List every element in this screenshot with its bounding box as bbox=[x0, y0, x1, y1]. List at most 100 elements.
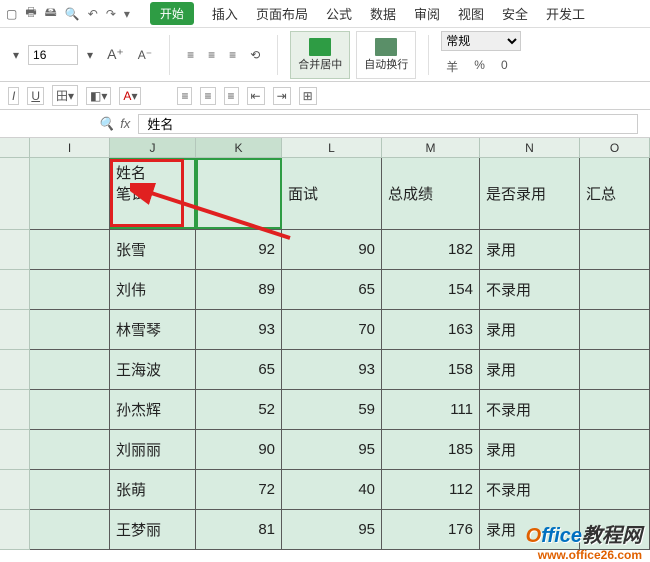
col-header-L[interactable]: L bbox=[282, 138, 382, 157]
tab-dev[interactable]: 开发工 bbox=[546, 4, 585, 23]
align-right-button[interactable]: ≡ bbox=[224, 87, 239, 105]
cell[interactable]: 90 bbox=[282, 230, 382, 269]
font-color-button[interactable]: A▾ bbox=[119, 87, 141, 105]
cell[interactable]: 52 bbox=[196, 390, 282, 429]
tab-start[interactable]: 开始 bbox=[150, 2, 194, 25]
cell[interactable] bbox=[580, 270, 650, 309]
cell-name[interactable]: 张萌 bbox=[110, 470, 196, 509]
tab-review[interactable]: 审阅 bbox=[414, 4, 440, 23]
auto-wrap-button[interactable]: 自动换行 bbox=[356, 31, 416, 79]
qat-blank-icon[interactable]: ▢ bbox=[6, 7, 17, 21]
align-middle-icon[interactable]: ≡ bbox=[203, 45, 220, 65]
cell[interactable]: 录用 bbox=[480, 350, 580, 389]
underline-button[interactable]: U bbox=[27, 87, 44, 105]
cell[interactable] bbox=[30, 310, 110, 349]
cell[interactable]: 93 bbox=[282, 350, 382, 389]
indent-inc-button[interactable]: ⇥ bbox=[273, 87, 291, 105]
col-header-I[interactable]: I bbox=[30, 138, 110, 157]
cell[interactable] bbox=[580, 310, 650, 349]
comma-icon[interactable]: 0 bbox=[496, 55, 513, 78]
cell[interactable] bbox=[580, 430, 650, 469]
align-center-button[interactable]: ≡ bbox=[200, 87, 215, 105]
cell[interactable] bbox=[580, 390, 650, 429]
cell-name[interactable]: 林雪琴 bbox=[110, 310, 196, 349]
font-size-dropdown-icon[interactable]: ▾ bbox=[82, 45, 98, 65]
wrap-button[interactable]: ⊞ bbox=[299, 87, 317, 105]
tab-layout[interactable]: 页面布局 bbox=[256, 4, 308, 23]
italic-button[interactable]: I bbox=[8, 87, 19, 105]
header-summary[interactable]: 汇总 bbox=[580, 158, 650, 229]
fill-color-button[interactable]: ◧▾ bbox=[86, 87, 111, 105]
select-all-corner[interactable] bbox=[0, 138, 30, 157]
cell[interactable] bbox=[30, 270, 110, 309]
cell[interactable]: 40 bbox=[282, 470, 382, 509]
col-header-N[interactable]: N bbox=[480, 138, 580, 157]
qat-preview-icon[interactable]: 🔍 bbox=[65, 7, 80, 21]
qat-dropdown-icon[interactable]: ▾ bbox=[124, 7, 130, 21]
row-header[interactable] bbox=[0, 230, 30, 270]
row-header[interactable] bbox=[0, 310, 30, 350]
col-header-O[interactable]: O bbox=[580, 138, 650, 157]
cell-name[interactable]: 张雪 bbox=[110, 230, 196, 269]
qat-save-icon[interactable]: 🖶 bbox=[25, 3, 36, 24]
qat-print-icon[interactable]: 🖴 bbox=[45, 3, 57, 24]
row-header[interactable] bbox=[0, 350, 30, 390]
active-cell[interactable]: 姓名 笔试 bbox=[110, 158, 196, 229]
fx-label[interactable]: fx bbox=[120, 116, 130, 131]
tab-view[interactable]: 视图 bbox=[458, 4, 484, 23]
cell[interactable]: 89 bbox=[196, 270, 282, 309]
cell[interactable]: 112 bbox=[382, 470, 480, 509]
cell[interactable]: 录用 bbox=[480, 230, 580, 269]
formula-input[interactable] bbox=[138, 114, 638, 134]
merge-center-button[interactable]: 合并居中 bbox=[290, 31, 350, 79]
currency-icon[interactable]: 羊 bbox=[441, 55, 463, 78]
row-header[interactable] bbox=[0, 390, 30, 430]
cell[interactable]: 95 bbox=[282, 430, 382, 469]
border-button[interactable]: 田▾ bbox=[52, 85, 78, 106]
qat-undo-icon[interactable]: ↶ bbox=[88, 7, 98, 21]
cell[interactable]: 81 bbox=[196, 510, 282, 549]
cell-name[interactable]: 王梦丽 bbox=[110, 510, 196, 549]
cell[interactable]: 72 bbox=[196, 470, 282, 509]
cell-name[interactable]: 刘丽丽 bbox=[110, 430, 196, 469]
cell[interactable]: 92 bbox=[196, 230, 282, 269]
cell[interactable]: 95 bbox=[282, 510, 382, 549]
cell[interactable]: 录用 bbox=[480, 310, 580, 349]
cell[interactable]: 93 bbox=[196, 310, 282, 349]
row-header[interactable] bbox=[0, 430, 30, 470]
cell[interactable]: 70 bbox=[282, 310, 382, 349]
cell[interactable]: 185 bbox=[382, 430, 480, 469]
cell[interactable] bbox=[196, 158, 282, 229]
tab-data[interactable]: 数据 bbox=[370, 4, 396, 23]
cell-name[interactable]: 刘伟 bbox=[110, 270, 196, 309]
header-interview[interactable]: 面试 bbox=[282, 158, 382, 229]
cell[interactable]: 不录用 bbox=[480, 270, 580, 309]
col-header-J[interactable]: J bbox=[110, 138, 196, 157]
header-total[interactable]: 总成绩 bbox=[382, 158, 480, 229]
cell[interactable]: 111 bbox=[382, 390, 480, 429]
col-header-M[interactable]: M bbox=[382, 138, 480, 157]
cell[interactable]: 65 bbox=[196, 350, 282, 389]
cell[interactable]: 90 bbox=[196, 430, 282, 469]
cell[interactable]: 158 bbox=[382, 350, 480, 389]
cell[interactable] bbox=[30, 470, 110, 509]
qat-redo-icon[interactable]: ↷ bbox=[106, 7, 116, 21]
cell[interactable] bbox=[30, 430, 110, 469]
cell-name[interactable]: 王海波 bbox=[110, 350, 196, 389]
row-header[interactable] bbox=[0, 158, 30, 230]
row-header[interactable] bbox=[0, 270, 30, 310]
cell[interactable]: 不录用 bbox=[480, 390, 580, 429]
cell[interactable] bbox=[580, 230, 650, 269]
col-header-K[interactable]: K bbox=[196, 138, 282, 157]
cell[interactable] bbox=[30, 230, 110, 269]
cell[interactable] bbox=[30, 350, 110, 389]
cell[interactable]: 59 bbox=[282, 390, 382, 429]
orientation-icon[interactable]: ⟲ bbox=[245, 45, 265, 65]
tab-security[interactable]: 安全 bbox=[502, 4, 528, 23]
cell[interactable]: 不录用 bbox=[480, 470, 580, 509]
font-size-input[interactable] bbox=[28, 45, 78, 65]
cell[interactable] bbox=[580, 470, 650, 509]
row-header[interactable] bbox=[0, 510, 30, 550]
cell[interactable]: 182 bbox=[382, 230, 480, 269]
number-format-select[interactable]: 常规 bbox=[441, 31, 521, 51]
